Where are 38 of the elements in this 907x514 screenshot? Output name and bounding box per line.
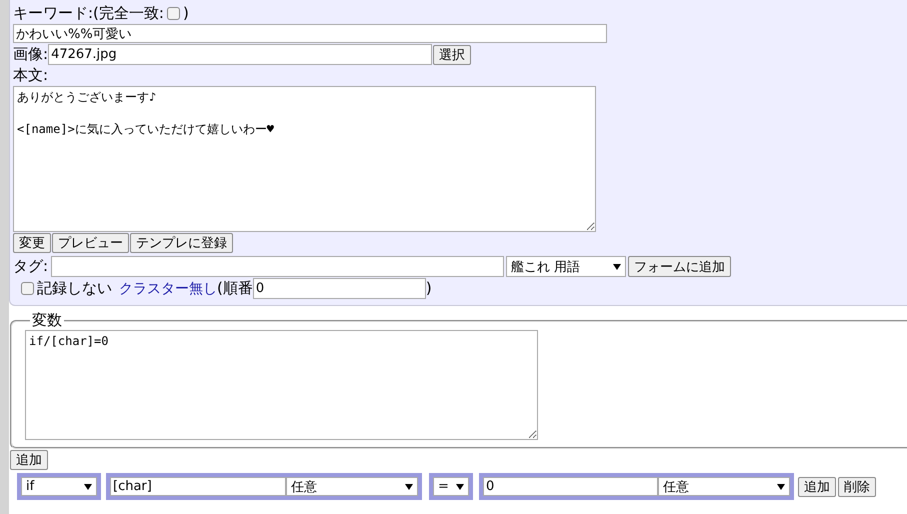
condition-button[interactable]: 削除 bbox=[838, 476, 876, 496]
image-field[interactable]: 47267.jpg bbox=[48, 44, 432, 66]
dropdown-arrow-icon bbox=[777, 484, 785, 490]
variables-legend: 変数 bbox=[30, 311, 64, 330]
paren-text: ) bbox=[426, 279, 432, 298]
add-variable-button[interactable]: 追加 bbox=[10, 450, 48, 470]
value-mode-select[interactable]: 任意 bbox=[658, 477, 790, 496]
form-button[interactable]: プレビュー bbox=[52, 233, 129, 253]
value-field[interactable]: 0 bbox=[483, 477, 658, 496]
keyword-label: キーワード:(完全一致: bbox=[13, 4, 164, 23]
dropdown-arrow-icon bbox=[456, 484, 464, 490]
tag-field[interactable] bbox=[51, 256, 504, 277]
body-label: 本文: bbox=[13, 66, 48, 86]
tag-select[interactable]: 艦これ 用語 bbox=[506, 256, 626, 277]
cluster-link[interactable]: クラスター無し bbox=[119, 280, 217, 298]
dropdown-arrow-icon bbox=[405, 484, 413, 490]
order-label: (順番 bbox=[217, 279, 253, 298]
paren-text: ) bbox=[182, 4, 189, 23]
select-button[interactable]: 選択 bbox=[433, 44, 472, 65]
order-field[interactable]: 0 bbox=[252, 278, 426, 299]
operator-select[interactable]: = bbox=[433, 477, 469, 496]
no-record-label: 記録しない bbox=[37, 279, 112, 298]
variable-mode-select[interactable]: 任意 bbox=[286, 477, 418, 496]
body-field[interactable]: ありがとうございまーす♪ <[name]>に気に入っていただけて嬉しいわー♥ bbox=[13, 86, 596, 232]
no-record-checkbox[interactable] bbox=[21, 282, 34, 295]
keyword-field[interactable]: かわいい%%可愛い bbox=[13, 24, 607, 44]
form-button[interactable]: 変更 bbox=[13, 233, 51, 253]
condition-select[interactable]: if bbox=[21, 477, 97, 496]
condition-button[interactable]: 追加 bbox=[798, 476, 836, 496]
dropdown-arrow-icon bbox=[613, 264, 622, 270]
form-button[interactable]: テンプレに登録 bbox=[130, 233, 233, 253]
add-to-form-button[interactable]: フォームに追加 bbox=[628, 256, 732, 277]
dropdown-arrow-icon bbox=[84, 484, 92, 490]
tag-label: タグ: bbox=[13, 257, 48, 276]
variables-field[interactable]: if/[char]=0 bbox=[25, 330, 538, 440]
exact-match-checkbox[interactable] bbox=[166, 7, 180, 20]
image-label: 画像: bbox=[13, 45, 48, 64]
variable-field[interactable]: [char] bbox=[110, 477, 286, 496]
